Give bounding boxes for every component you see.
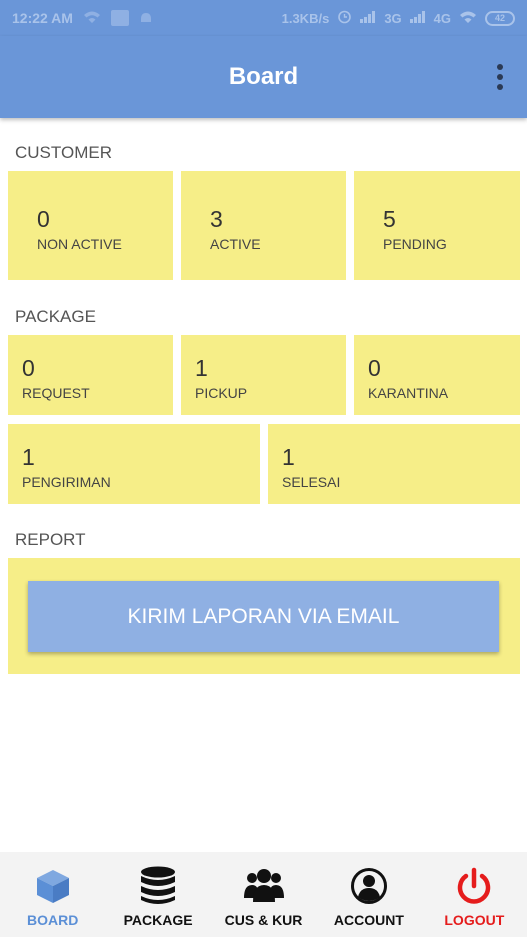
tile-label: PICKUP	[195, 385, 248, 401]
nav-item-logout[interactable]: LOGOUT	[422, 852, 527, 937]
nav-item-board[interactable]: BOARD	[0, 852, 105, 937]
overflow-menu-button[interactable]	[495, 64, 505, 90]
package-tile-selesai[interactable]: 1 SELESAI	[268, 424, 520, 504]
package-tile-pickup[interactable]: 1 PICKUP	[181, 335, 346, 415]
battery-icon: 42	[485, 10, 515, 26]
tile-label: KARANTINA	[368, 385, 449, 401]
nav-item-package[interactable]: PACKAGE	[105, 852, 210, 937]
package-section-label: PACKAGE	[15, 307, 96, 326]
wifi-icon	[83, 10, 101, 27]
menu-dot-icon	[497, 64, 503, 70]
box-icon	[33, 866, 73, 906]
customer-tile-active[interactable]: 3 ACTIVE	[181, 171, 346, 280]
customer-tile-non-active[interactable]: 0 NON ACTIVE	[8, 171, 173, 280]
notification-icon	[110, 10, 129, 26]
tile-value: 1	[195, 355, 208, 381]
tile-label: PENDING	[383, 236, 447, 252]
customer-tile-pending[interactable]: 5 PENDING	[354, 171, 520, 280]
send-report-email-button[interactable]: KIRIM LAPORAN VIA EMAIL	[28, 581, 499, 652]
alarm-icon	[337, 9, 352, 27]
tile-label: ACTIVE	[210, 236, 261, 252]
net-speed: 1.3KB/s	[281, 10, 330, 26]
tile-value: 5	[383, 206, 396, 232]
nav-label-logout: LOGOUT	[444, 912, 505, 928]
nav-label-package: PACKAGE	[123, 912, 193, 928]
users-icon	[243, 866, 284, 906]
database-icon	[138, 866, 178, 906]
report-panel: KIRIM LAPORAN VIA EMAIL	[8, 558, 520, 674]
wifi-icon	[459, 10, 477, 27]
tile-value: 0	[368, 355, 381, 381]
package-tile-karantina[interactable]: 0 KARANTINA	[354, 335, 520, 415]
package-tile-request[interactable]: 0 REQUEST	[8, 335, 173, 415]
bottom-navigation: BOARD PACKAGE CUS & KUR ACCOUNT LOGOUT	[0, 852, 527, 937]
menu-dot-icon	[497, 74, 503, 80]
tile-label: REQUEST	[22, 385, 90, 401]
status-time: 12:22 AM	[12, 10, 73, 26]
package-tile-pengiriman[interactable]: 1 PENGIRIMAN	[8, 424, 260, 504]
app-bar: Board	[0, 36, 527, 118]
report-section-label: REPORT	[15, 530, 86, 549]
nav-item-cus-kur[interactable]: CUS & KUR	[211, 852, 316, 937]
network-4g: 4G	[433, 10, 451, 26]
power-icon	[454, 866, 494, 906]
tile-value: 1	[22, 444, 35, 470]
tile-label: NON ACTIVE	[37, 236, 122, 252]
page-title: Board	[228, 63, 299, 90]
network-3g: 3G	[384, 10, 402, 26]
menu-dot-icon	[497, 84, 503, 90]
signal-icon	[409, 10, 426, 26]
account-icon	[349, 866, 389, 906]
nav-label-account: ACCOUNT	[333, 912, 404, 928]
tile-value: 1	[282, 444, 295, 470]
battery-level: 42	[494, 13, 505, 23]
tile-value: 0	[37, 206, 50, 232]
nav-item-account[interactable]: ACCOUNT	[316, 852, 421, 937]
nav-label-board: BOARD	[27, 912, 79, 928]
customer-section-label: CUSTOMER	[15, 143, 112, 162]
tile-value: 3	[210, 206, 223, 232]
tile-label: PENGIRIMAN	[22, 474, 111, 490]
android-icon	[139, 10, 153, 27]
signal-icon	[360, 10, 376, 26]
nav-label-cus-kur: CUS & KUR	[224, 912, 303, 928]
status-bar: 12:22 AM 1.3KB/s 3G 4G 42	[0, 0, 527, 36]
tile-value: 0	[22, 355, 35, 381]
tile-label: SELESAI	[282, 474, 341, 490]
